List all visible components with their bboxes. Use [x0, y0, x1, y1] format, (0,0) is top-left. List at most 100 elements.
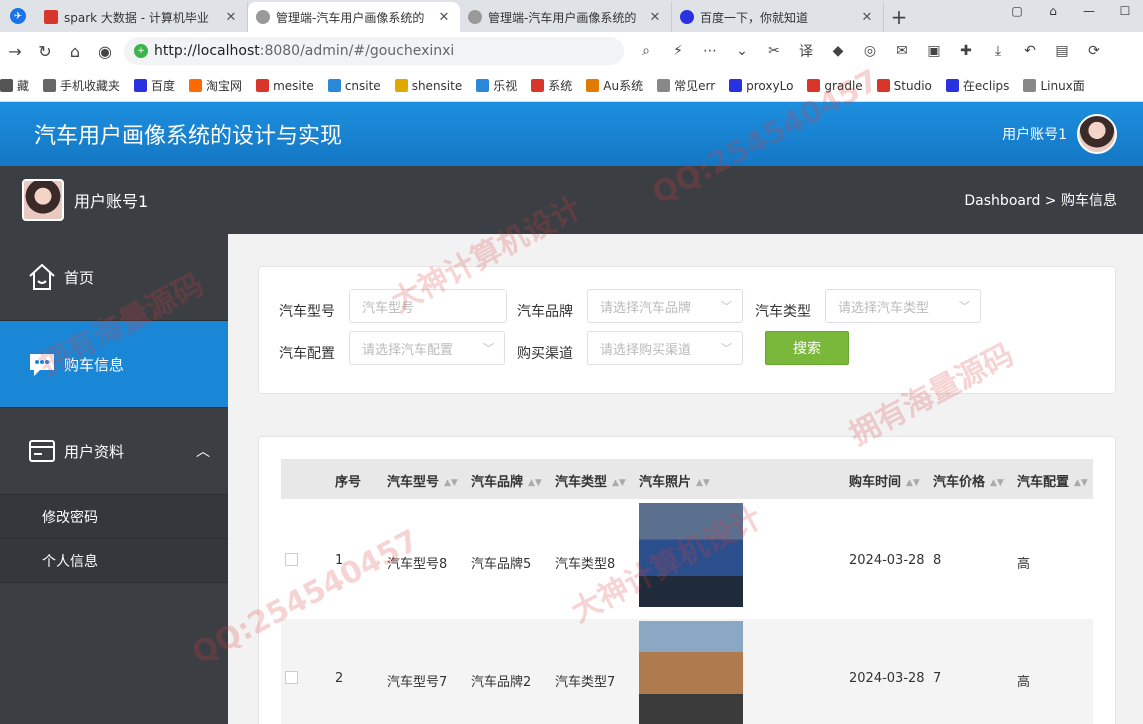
sidebar-item-purchase[interactable]: 购车信息	[0, 321, 228, 408]
bookmark-icon	[43, 79, 57, 92]
type-select[interactable]: 请选择汽车类型 ﹀	[825, 289, 981, 323]
config-select[interactable]: 请选择汽车配置 ﹀	[349, 331, 505, 365]
car-photo[interactable]	[639, 621, 743, 724]
header-avatar[interactable]	[1077, 114, 1117, 154]
bookmark-item[interactable]: 常见err	[657, 77, 715, 94]
scissors-icon[interactable]: ✂	[758, 37, 790, 65]
extension-icon[interactable]: ✚	[950, 37, 982, 65]
sort-icon: ▲▼	[990, 477, 1004, 488]
mail-icon[interactable]: ✉	[886, 37, 918, 65]
weibo-icon[interactable]: ◎	[854, 37, 886, 65]
bookmark-item[interactable]: shensite	[394, 79, 462, 93]
bookmark-icon	[189, 79, 203, 92]
sort-icon: ▲▼	[696, 477, 710, 488]
sidebar-item-profile[interactable]: 用户资料 ︿	[0, 408, 228, 495]
bookmark-icon	[256, 79, 270, 92]
home-browser-icon[interactable]: ⌂	[60, 36, 90, 66]
column-header[interactable]: 汽车型号 ▲▼	[387, 471, 458, 490]
browser-tab-3[interactable]: 管理端-汽车用户画像系统的 ✕	[460, 2, 672, 32]
zoom-icon[interactable]: ⌕	[630, 37, 662, 65]
bookmark-item[interactable]: Au系统	[586, 77, 643, 94]
maximize-icon[interactable]: ☐	[1107, 0, 1143, 22]
sort-icon: ▲▼	[612, 477, 626, 488]
bookmark-item[interactable]: proxyLo	[729, 79, 793, 93]
app-title: 汽车用户画像系统的设计与实现	[34, 124, 343, 149]
column-header[interactable]: 购车时间 ▲▼	[849, 471, 920, 490]
browser-tab-1[interactable]: spark 大数据 - 计算机毕业 ✕	[36, 2, 248, 32]
browser-tab-4[interactable]: 百度一下，你就知道 ✕	[672, 2, 884, 32]
minimize-icon[interactable]: —	[1071, 0, 1107, 22]
channel-select[interactable]: 请选择购买渠道 ﹀	[587, 331, 743, 365]
bookmark-item[interactable]: 乐视	[476, 77, 517, 94]
column-header[interactable]: 汽车价格 ▲▼	[933, 471, 1004, 490]
car-photo[interactable]	[639, 503, 743, 607]
header-user[interactable]: 用户账号1	[1002, 114, 1117, 154]
more-icon[interactable]: ⋯	[694, 37, 726, 65]
reload-icon[interactable]: ↻	[30, 36, 60, 66]
shirt-icon[interactable]: ⌂	[1035, 0, 1071, 22]
search-button[interactable]: 搜索	[765, 331, 849, 365]
bookmark-item[interactable]: 系统	[531, 77, 572, 94]
sidebar-subitem-info[interactable]: 个人信息	[0, 539, 228, 583]
browser-tabbar: ✈ spark 大数据 - 计算机毕业 ✕ 管理端-汽车用户画像系统的 ✕ 管理…	[0, 0, 1143, 32]
chevron-down-icon[interactable]: ⌄	[726, 37, 758, 65]
channel-label: 购买渠道	[517, 346, 573, 362]
close-tab-icon[interactable]: ✕	[223, 10, 239, 25]
search-panel: 汽车型号 汽车型号 汽车品牌 请选择汽车品牌 ﹀ 汽车类型 请选择汽车类型 ﹀ …	[258, 266, 1116, 394]
type-label: 汽车类型	[755, 304, 811, 320]
chevron-up-icon: ︿	[196, 444, 210, 460]
undo-icon[interactable]: ↶	[1014, 37, 1046, 65]
close-tab-icon[interactable]: ✕	[647, 10, 663, 25]
secure-icon: +	[134, 44, 148, 58]
bookmark-icon	[0, 79, 13, 92]
collection-icon[interactable]: ▣	[918, 37, 950, 65]
download-icon[interactable]: ⤓	[982, 37, 1014, 65]
bookmark-item[interactable]: 藏	[0, 77, 29, 94]
game-icon[interactable]: ◆	[822, 37, 854, 65]
column-header[interactable]: 汽车配置 ▲▼	[1017, 471, 1088, 490]
close-tab-icon[interactable]: ✕	[859, 10, 875, 25]
url-input[interactable]: + http://localhost:8080/admin/#/gouchexi…	[124, 37, 624, 65]
bookmark-item[interactable]: 在eclips	[945, 77, 1009, 94]
translate-icon[interactable]: 译	[790, 37, 822, 65]
bookmark-icon	[729, 79, 743, 92]
brand-select[interactable]: 请选择汽车品牌 ﹀	[587, 289, 743, 323]
bookmark-item[interactable]: 淘宝网	[189, 77, 242, 94]
bookmark-item[interactable]: mesite	[256, 79, 314, 93]
address-tools: ⌕ ⚡ ⋯ ⌄ ✂ 译 ◆ ◎ ✉ ▣ ✚ ⤓ ↶ ▤ ⟳	[630, 37, 1110, 65]
bookmark-item[interactable]: Linux面	[1023, 77, 1085, 94]
chevron-down-icon: ﹀	[959, 300, 970, 313]
ai-icon[interactable]: ◉	[90, 36, 120, 66]
chevron-down-icon: ﹀	[483, 342, 494, 355]
column-header[interactable]: 汽车类型 ▲▼	[555, 471, 626, 490]
sidebar-subitem-password[interactable]: 修改密码	[0, 495, 228, 539]
bookmark-item[interactable]: 手机收藏夹	[43, 77, 120, 94]
bookmark-item[interactable]: Studio	[876, 79, 932, 93]
tab-count-icon[interactable]: ▢	[999, 0, 1035, 22]
bookmark-icon	[586, 79, 600, 92]
bookmark-item[interactable]: gradle	[807, 79, 863, 93]
sidebar-item-home[interactable]: 首页	[0, 234, 228, 321]
brand-label: 汽车品牌	[517, 304, 573, 320]
wallet-icon[interactable]: ▤	[1046, 37, 1078, 65]
new-tab-button[interactable]: +	[884, 2, 914, 32]
sidebar: 首页 购车信息 用户资料 ︿ 修改密码 个人信息	[0, 234, 228, 724]
browser-app-icon[interactable]: ✈	[0, 0, 36, 32]
close-tab-icon[interactable]: ✕	[436, 10, 452, 25]
column-header: 序号	[335, 475, 362, 490]
browser-tab-2[interactable]: 管理端-汽车用户画像系统的 ✕	[248, 2, 460, 32]
column-header[interactable]: 汽车品牌 ▲▼	[471, 471, 542, 490]
row-checkbox[interactable]	[285, 553, 298, 566]
forward-icon[interactable]: →	[0, 36, 30, 66]
config-label: 汽车配置	[279, 346, 335, 362]
bookmark-item[interactable]: 百度	[134, 77, 175, 94]
sidebar-username: 用户账号1	[74, 192, 149, 211]
model-input[interactable]: 汽车型号	[349, 289, 507, 323]
tab-favicon-icon	[44, 10, 58, 24]
sync-icon[interactable]: ⟳	[1078, 37, 1110, 65]
lightning-icon[interactable]: ⚡	[662, 37, 694, 65]
bookmark-item[interactable]: cnsite	[327, 79, 381, 93]
tab-favicon-icon	[680, 10, 694, 24]
row-checkbox[interactable]	[285, 671, 298, 684]
column-header[interactable]: 汽车照片 ▲▼	[639, 471, 710, 490]
